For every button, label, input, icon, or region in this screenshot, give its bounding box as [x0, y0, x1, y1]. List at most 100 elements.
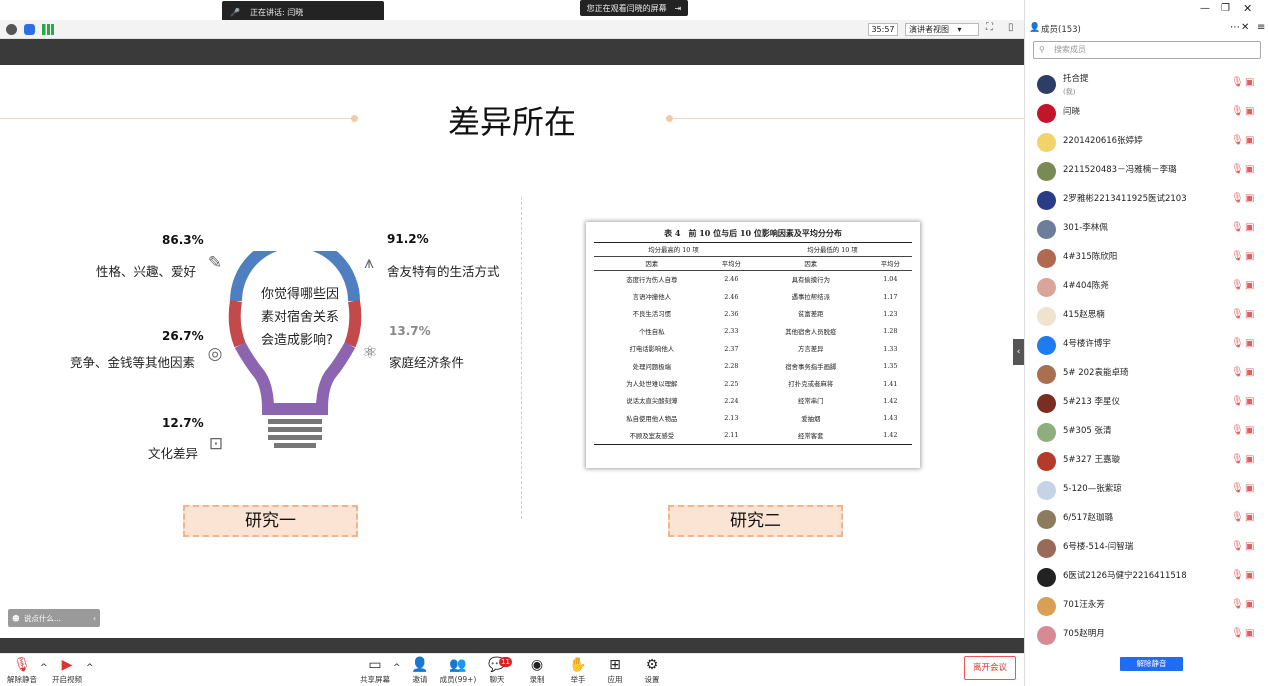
- close-panel-icon[interactable]: ✕: [1241, 22, 1249, 33]
- camera-off-icon[interactable]: ▣: [1245, 135, 1254, 146]
- info-icon[interactable]: [6, 24, 17, 35]
- camera-off-icon[interactable]: ▣: [1245, 396, 1254, 407]
- member-row[interactable]: 5#305 张清 🎙 ▣: [1025, 418, 1268, 447]
- member-search-input[interactable]: ⚲ 搜索成员: [1033, 41, 1261, 59]
- unmute-all-button[interactable]: 解除静音: [1120, 657, 1183, 671]
- video-button[interactable]: ▶ 开启视频: [47, 657, 87, 685]
- member-row[interactable]: 5# 202袁能卓琦 🎙 ▣: [1025, 360, 1268, 389]
- mic-muted-icon[interactable]: 🎙: [1231, 367, 1244, 378]
- watching-indicator[interactable]: 您正在观看闫晓的屏幕 ⇥: [580, 0, 688, 16]
- member-row[interactable]: 415赵思楠 🎙 ▣: [1025, 302, 1268, 331]
- mic-muted-icon[interactable]: 🎙: [1231, 251, 1244, 262]
- camera-off-icon[interactable]: ▣: [1245, 222, 1254, 233]
- camera-off-icon[interactable]: ▣: [1245, 454, 1254, 465]
- member-row[interactable]: 5#213 李星仪 🎙 ▣: [1025, 389, 1268, 418]
- camera-off-icon[interactable]: ▣: [1245, 483, 1254, 494]
- more-icon[interactable]: ⋯: [1230, 22, 1240, 33]
- member-row[interactable]: 701汪永芳 🎙 ▣: [1025, 592, 1268, 621]
- view-mode-dropdown[interactable]: 演讲者视图 ▾: [905, 23, 979, 36]
- raise-hand-button[interactable]: ✋ 举手: [558, 657, 598, 685]
- camera-off-icon[interactable]: ▣: [1245, 599, 1254, 610]
- exit-share-icon[interactable]: ⇥: [675, 4, 682, 13]
- member-row[interactable]: 705赵明月 🎙 ▣: [1025, 621, 1268, 650]
- members-header: 👤 成员(153) ⋯ ✕ ≡: [1025, 20, 1268, 38]
- mic-muted-icon[interactable]: 🎙: [1231, 77, 1244, 88]
- share-label: 共享屏幕: [360, 675, 390, 684]
- avatar: [1037, 481, 1056, 500]
- mic-muted-icon[interactable]: 🎙: [1231, 541, 1244, 552]
- invite-button[interactable]: 👤 邀请: [400, 657, 440, 685]
- factor-label: 文化差异: [148, 446, 199, 461]
- camera-off-icon[interactable]: ▣: [1245, 193, 1254, 204]
- camera-off-icon[interactable]: ▣: [1245, 164, 1254, 175]
- camera-off-icon[interactable]: ▣: [1245, 570, 1254, 581]
- member-row[interactable]: 2201420616张婷婷 🎙 ▣: [1025, 128, 1268, 157]
- camera-off-icon[interactable]: ▣: [1245, 106, 1254, 117]
- member-row[interactable]: 闫晓 🎙 ▣: [1025, 99, 1268, 128]
- share-screen-button[interactable]: ▭ 共享屏幕: [355, 657, 395, 685]
- camera-off-icon[interactable]: ▣: [1245, 367, 1254, 378]
- collapse-icon[interactable]: ‹: [93, 614, 96, 623]
- bulb-base-3: [268, 435, 322, 440]
- camera-off-icon[interactable]: ▣: [1245, 251, 1254, 262]
- mic-muted-icon[interactable]: 🎙: [1231, 396, 1244, 407]
- mic-muted-icon[interactable]: 🎙: [1231, 338, 1244, 349]
- camera-off-icon[interactable]: ▣: [1245, 512, 1254, 523]
- member-row[interactable]: 2罗雅彬2213411925医试2103 🎙 ▣: [1025, 186, 1268, 215]
- minimize-icon[interactable]: —: [1200, 3, 1210, 14]
- panel-toggle-tab[interactable]: ‹: [1013, 339, 1024, 365]
- member-row[interactable]: 6号楼-514-闫智瑞 🎙 ▣: [1025, 534, 1268, 563]
- camera-off-icon[interactable]: ▣: [1245, 628, 1254, 639]
- member-row[interactable]: 6医试2126马健宁2216411518 🎙 ▣: [1025, 563, 1268, 592]
- camera-off-icon[interactable]: ▣: [1245, 425, 1254, 436]
- camera-off-icon[interactable]: ▣: [1245, 541, 1254, 552]
- fullscreen-icon[interactable]: ⛶: [986, 22, 993, 33]
- avatar: [1037, 133, 1056, 152]
- record-button[interactable]: ◉ 录制: [517, 657, 557, 685]
- camera-off-icon[interactable]: ▣: [1245, 77, 1254, 88]
- menu-icon[interactable]: ≡: [1257, 22, 1265, 33]
- mic-muted-icon[interactable]: 🎙: [1231, 570, 1244, 581]
- unmute-button[interactable]: 🎙 解除静音: [2, 657, 42, 685]
- emoji-icon[interactable]: ☻: [12, 614, 20, 623]
- member-row[interactable]: 4号楼许博宇 🎙 ▣: [1025, 331, 1268, 360]
- mic-muted-icon[interactable]: 🎙: [1231, 425, 1244, 436]
- mic-muted-icon[interactable]: 🎙: [1231, 599, 1244, 610]
- unmute-label: 解除静音: [7, 675, 37, 684]
- mic-muted-icon[interactable]: 🎙: [1231, 164, 1244, 175]
- member-row[interactable]: 2211520483－冯雅楠－李璐 🎙 ▣: [1025, 157, 1268, 186]
- mic-muted-icon[interactable]: 🎙: [1231, 135, 1244, 146]
- member-row[interactable]: 5-120—张紫琼 🎙 ▣: [1025, 476, 1268, 505]
- mic-muted-icon[interactable]: 🎙: [1231, 222, 1244, 233]
- mic-muted-icon[interactable]: 🎙: [1231, 193, 1244, 204]
- member-row[interactable]: 301-李林佩 🎙 ▣: [1025, 215, 1268, 244]
- restore-icon[interactable]: ❐: [1221, 3, 1230, 14]
- camera-off-icon[interactable]: ▣: [1245, 280, 1254, 291]
- signal-icon[interactable]: [42, 24, 54, 35]
- mic-muted-icon[interactable]: 🎙: [1231, 483, 1244, 494]
- member-row[interactable]: 4#404陈尧 🎙 ▣: [1025, 273, 1268, 302]
- mic-muted-icon[interactable]: 🎙: [1231, 280, 1244, 291]
- settings-button[interactable]: ⚙ 设置: [632, 657, 672, 685]
- chevron-up-icon[interactable]: ^: [86, 663, 94, 673]
- apps-button[interactable]: ⊞ 应用: [595, 657, 635, 685]
- member-row[interactable]: 4#315陈欣阳 🎙 ▣: [1025, 244, 1268, 273]
- mic-muted-icon[interactable]: 🎙: [1231, 309, 1244, 320]
- shield-icon[interactable]: [24, 24, 35, 35]
- members-button[interactable]: 👥 成员(99+): [438, 657, 478, 685]
- member-row[interactable]: 托合提 (我) 🎙 ▣: [1025, 70, 1268, 99]
- mic-muted-icon[interactable]: 🎙: [1231, 628, 1244, 639]
- camera-off-icon[interactable]: ▣: [1245, 309, 1254, 320]
- close-icon[interactable]: ✕: [1243, 2, 1252, 15]
- member-row[interactable]: 6/517赵珈璐 🎙 ▣: [1025, 505, 1268, 534]
- comment-input[interactable]: ☻ 说点什么... ‹: [8, 609, 100, 627]
- mic-muted-icon[interactable]: 🎙: [1231, 512, 1244, 523]
- mic-muted-icon[interactable]: 🎙: [1231, 454, 1244, 465]
- leave-meeting-button[interactable]: 离开会议: [964, 656, 1016, 680]
- apps-label: 应用: [607, 675, 623, 684]
- member-row[interactable]: 5#327 王嘉璇 🎙 ▣: [1025, 447, 1268, 476]
- mic-muted-icon[interactable]: 🎙: [1231, 106, 1244, 117]
- split-view-icon[interactable]: ▯: [1008, 22, 1014, 33]
- search-placeholder: 搜索成员: [1054, 45, 1086, 54]
- camera-off-icon[interactable]: ▣: [1245, 338, 1254, 349]
